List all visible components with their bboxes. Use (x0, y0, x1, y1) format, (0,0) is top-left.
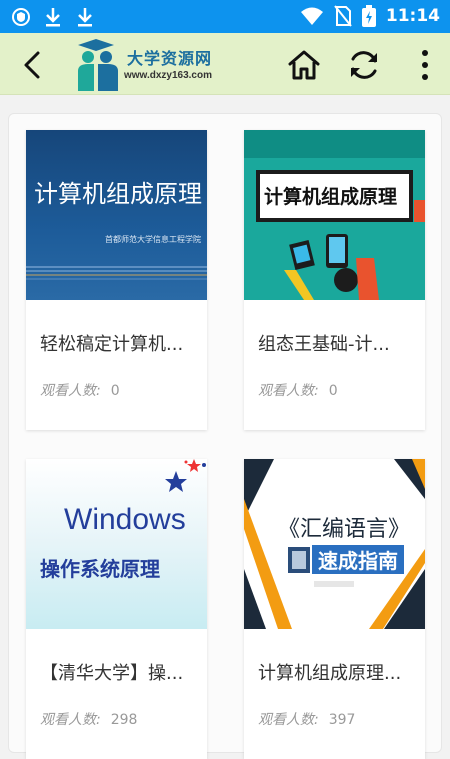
logo-title: 大学资源网 (127, 49, 213, 68)
battery-charging-icon (361, 5, 376, 27)
course-title[interactable]: 轻松稿定计算机... (40, 330, 200, 356)
status-bar: 11:14 (0, 0, 450, 33)
status-bar-left (12, 6, 94, 28)
refresh-icon (351, 51, 377, 79)
thumbnail-title: 计算机组成原理 (264, 186, 398, 208)
logo-mark-icon (78, 39, 118, 91)
course-card[interactable]: 计算机组成原理 组态王基础-计... 观看人数: 0 (244, 130, 425, 430)
course-card[interactable]: Windows 操作系统原理 【清华大学】操... 观看人数: 298 (26, 459, 207, 759)
back-arrow-icon (24, 51, 40, 79)
view-count: 观看人数: 298 (40, 709, 137, 729)
course-thumbnail[interactable]: 计算机组成原理 首都师范大学信息工程学院 (26, 130, 207, 300)
course-thumbnail[interactable]: 《汇编语言》 速成指南 (244, 459, 425, 629)
app-toolbar: 大学资源网 www.dxzy163.com (0, 33, 450, 95)
thumbnail-title: 计算机组成原理 (34, 180, 202, 208)
view-count-value: 397 (328, 712, 356, 728)
thumbnail-subtitle: 首都师范大学信息工程学院 (105, 235, 201, 244)
thumbnail-title: Windows (64, 503, 186, 536)
site-logo: 大学资源网 www.dxzy163.com (74, 37, 224, 93)
view-count-value: 0 (110, 383, 120, 399)
more-options-button[interactable] (410, 45, 440, 85)
status-time: 11:14 (385, 6, 440, 26)
back-button[interactable] (14, 45, 54, 85)
home-button[interactable] (284, 45, 324, 85)
course-thumbnail[interactable]: Windows 操作系统原理 (26, 459, 207, 629)
no-sim-icon (334, 5, 352, 27)
view-count-label: 观看人数: (258, 383, 319, 399)
download-icon (78, 8, 92, 27)
view-count-label: 观看人数: (258, 712, 319, 728)
thumbnail-graphic (26, 266, 207, 280)
thumbnail-subtitle: 操作系统原理 (40, 557, 160, 581)
status-bar-right: 11:14 (300, 5, 440, 27)
wifi-icon (300, 7, 323, 25)
course-title[interactable]: 【清华大学】操... (40, 659, 200, 685)
thumbnail-graphic (165, 459, 206, 492)
view-count-value: 298 (110, 712, 138, 728)
view-count-label: 观看人数: (40, 383, 101, 399)
view-count-value: 0 (328, 383, 338, 399)
course-title[interactable]: 组态王基础-计... (258, 330, 418, 356)
course-card[interactable]: 计算机组成原理 首都师范大学信息工程学院 轻松稿定计算机... 观看人数: 0 (26, 130, 207, 430)
view-count: 观看人数: 0 (40, 380, 120, 400)
course-list: 计算机组成原理 首都师范大学信息工程学院 轻松稿定计算机... 观看人数: 0 (0, 95, 450, 759)
refresh-button[interactable] (344, 45, 384, 85)
thumbnail-title: 《汇编语言》 (278, 517, 411, 542)
thumbnail-graphic (244, 459, 425, 629)
thumbnail-graphic (244, 130, 425, 300)
download-icon (46, 8, 60, 27)
course-thumbnail[interactable]: 计算机组成原理 (244, 130, 425, 300)
view-count-label: 观看人数: (40, 712, 101, 728)
view-count: 观看人数: 397 (258, 709, 355, 729)
view-count: 观看人数: 0 (258, 380, 338, 400)
thumbnail-subtitle: 速成指南 (312, 545, 404, 574)
course-panel: 计算机组成原理 首都师范大学信息工程学院 轻松稿定计算机... 观看人数: 0 (8, 113, 442, 759)
course-title[interactable]: 计算机组成原理... (258, 659, 418, 685)
more-vertical-icon (422, 50, 428, 80)
logo-url: www.dxzy163.com (124, 70, 212, 81)
course-card[interactable]: 《汇编语言》 速成指南 计算机组成原理... 观看人数: 397 (244, 459, 425, 759)
shield-icon (12, 8, 30, 26)
home-icon (288, 50, 320, 80)
